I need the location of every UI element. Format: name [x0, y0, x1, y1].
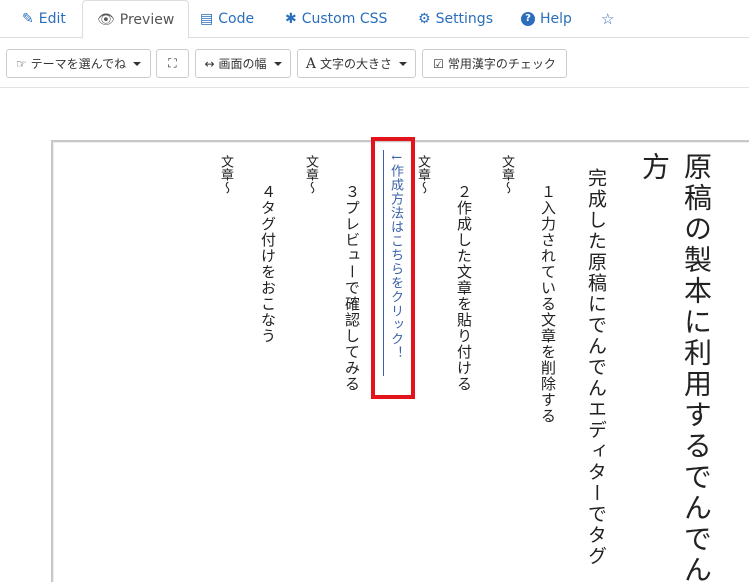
step-3-note: 文章〜: [303, 155, 318, 194]
check-square-icon: ☑: [433, 56, 444, 71]
star-icon: ☆: [601, 9, 615, 28]
tab-label: Help: [540, 11, 572, 27]
editor-tabbar: ✎ Edit 👁 Preview ▤ Code ✱ Custom CSS ⚙ S…: [0, 0, 749, 39]
theme-select-label: テーマを選んでね: [30, 57, 127, 71]
font-icon: A: [305, 55, 317, 72]
caret-down-icon: [133, 61, 142, 66]
asterisk-icon: ✱: [285, 11, 297, 27]
step-2-note: 文章〜: [415, 155, 430, 194]
step-1-note: 文章〜: [499, 155, 514, 194]
step-1-text: １入力されている文章を削除する: [539, 184, 557, 424]
step-3-text: ３プレビューで確認してみる: [343, 184, 361, 392]
pencil-icon: ✎: [22, 11, 34, 27]
manuscript-title-line2: 方: [638, 152, 671, 183]
red-highlight-box: [371, 137, 415, 399]
step-4-note: 文章〜: [218, 155, 233, 194]
preview-toolbar: ☞ テーマを選んでね ⛶ ↔ 画面の幅 A 文字の大きさ ☑ 常用漢字のチェック: [0, 38, 749, 88]
arrows-horizontal-icon: ↔: [204, 56, 215, 71]
tab-favorite[interactable]: ☆: [601, 0, 614, 38]
font-size-button[interactable]: A 文字の大きさ: [297, 49, 416, 78]
kanji-check-button[interactable]: ☑ 常用漢字のチェック: [422, 49, 567, 78]
manuscript-subtitle: 完成した原稿にでんでんエディターでタグ: [585, 168, 607, 567]
tab-label: Preview: [119, 11, 175, 28]
font-size-label: 文字の大きさ: [320, 57, 393, 71]
tab-code[interactable]: ▤ Code: [200, 0, 254, 38]
tab-label: Custom CSS: [301, 11, 388, 27]
screen-width-label: 画面の幅: [218, 57, 267, 71]
step-4-text: ４タグ付けをおこなう: [259, 184, 277, 344]
expand-icon: ⛶: [168, 56, 177, 70]
tab-help[interactable]: ? Help: [521, 0, 572, 38]
step-2-text: ２作成した文章を貼り付ける: [455, 184, 473, 392]
theme-select-button[interactable]: ☞ テーマを選んでね: [6, 49, 151, 78]
tab-custom-css[interactable]: ✱ Custom CSS: [285, 0, 387, 38]
tab-preview[interactable]: 👁 Preview: [82, 0, 190, 39]
tab-label: Code: [218, 11, 255, 27]
eye-icon: 👁: [97, 11, 115, 28]
tab-label: Edit: [38, 11, 66, 27]
tab-settings[interactable]: ⚙ Settings: [418, 0, 493, 38]
tab-edit[interactable]: ✎ Edit: [22, 0, 66, 38]
gear-icon: ⚙: [418, 11, 431, 27]
caret-down-icon: [399, 61, 408, 66]
caret-down-icon: [273, 61, 282, 66]
manuscript-title-line1: 原稿の製本に利用するでんでん: [680, 152, 713, 586]
tab-label: Settings: [435, 11, 493, 27]
hand-pointer-icon: ☞: [15, 56, 27, 71]
question-icon: ?: [521, 12, 535, 26]
screen-width-button[interactable]: ↔ 画面の幅: [195, 49, 291, 78]
document-icon: ▤: [200, 11, 214, 27]
fullscreen-button[interactable]: ⛶: [156, 49, 189, 78]
kanji-check-label: 常用漢字のチェック: [447, 57, 556, 71]
